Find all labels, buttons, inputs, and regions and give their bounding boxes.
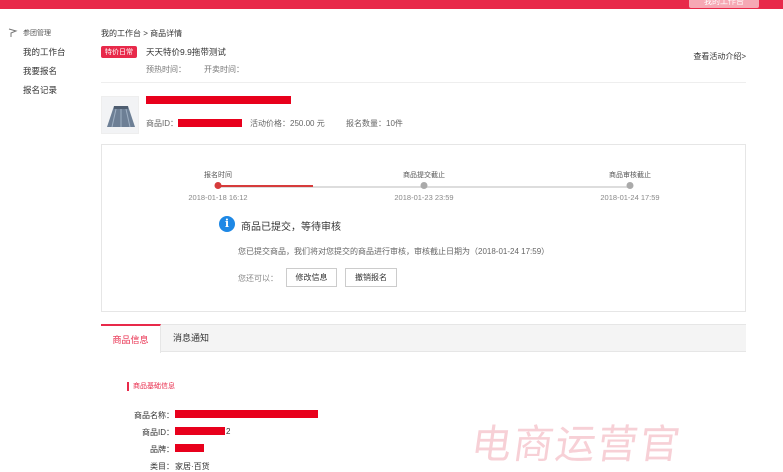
step-label-review-deadline: 商品审核截止	[609, 172, 651, 179]
product-id-redacted	[178, 119, 242, 127]
sidebar-section-header: 参团管理	[8, 28, 51, 38]
breadcrumb[interactable]: 我的工作台 > 商品详情	[101, 28, 182, 39]
watermark: 电商运营官	[468, 422, 685, 468]
preheat-time-label: 预热时间：	[146, 65, 186, 74]
sidebar-item-records[interactable]: 报名记录	[23, 84, 57, 96]
status-title: 商品已提交，等待审核	[241, 222, 341, 233]
product-title-redacted	[146, 96, 291, 104]
edit-info-button[interactable]: 修改信息	[286, 268, 337, 287]
step-dot-signup	[214, 182, 222, 189]
top-bar: 我的工作台	[0, 0, 783, 9]
tab-messages[interactable]: 消息通知	[161, 324, 221, 353]
field-label-name: 商品名称：	[134, 411, 174, 420]
field-label-brand: 品牌：	[150, 445, 174, 454]
status-panel: 报名时间 商品提交截止 商品审核截止 2018-01-18 16:12 2018…	[101, 144, 746, 312]
open-time-label: 开卖时间：	[204, 65, 244, 74]
header-divider	[101, 82, 746, 83]
section-title-basic-info: 商品基础信息	[127, 382, 175, 391]
sidebar-item-workbench[interactable]: 我的工作台	[23, 46, 66, 58]
field-value-category: 家居·百货	[175, 462, 210, 471]
activity-tag: 特价日常	[101, 46, 137, 58]
tab-product-info[interactable]: 商品信息	[101, 324, 161, 353]
activity-title: 天天特价9.9拖带测试	[146, 47, 226, 57]
flag-icon	[8, 28, 18, 37]
field-label-category: 类目：	[150, 462, 174, 471]
signup-quantity: 报名数量：10件	[346, 119, 403, 128]
sidebar-item-signup[interactable]: 我要报名	[23, 65, 57, 77]
workbench-button[interactable]: 我的工作台	[689, 0, 759, 8]
sidebar-section-label: 参团管理	[23, 30, 51, 37]
product-thumbnail	[101, 96, 139, 134]
step-label-submit-deadline: 商品提交截止	[403, 172, 445, 179]
field-label-id: 商品ID：	[142, 428, 174, 437]
step-date-review-deadline: 2018-01-24 17:59	[600, 193, 660, 202]
status-description: 您已提交商品，我们将对您提交的商品进行审核，审核截止日期为（2018-01-24…	[238, 247, 550, 256]
field-value-id-redacted	[175, 427, 225, 435]
step-date-submit-deadline: 2018-01-23 23:59	[394, 193, 454, 202]
cancel-signup-button[interactable]: 撤销报名	[345, 268, 397, 287]
progress-fill	[218, 185, 313, 187]
step-dot-submit-deadline	[420, 182, 428, 189]
step-date-signup: 2018-01-18 16:12	[188, 193, 248, 202]
product-id-label: 商品ID：	[146, 119, 178, 128]
info-icon: i	[219, 216, 235, 232]
field-value-id-suffix: 2	[226, 427, 231, 436]
detail-tabs: 商品信息 消息通知	[101, 324, 746, 353]
step-dot-review-deadline	[626, 182, 634, 189]
step-label-signup: 报名时间	[204, 172, 232, 179]
skirt-image-icon	[107, 106, 135, 128]
view-activity-intro-link[interactable]: 查看活动介绍>	[693, 51, 746, 62]
activity-price: 活动价格：250.00 元	[250, 119, 325, 128]
field-value-name-redacted	[175, 410, 318, 418]
field-value-brand-redacted	[175, 444, 204, 452]
can-also-label: 您还可以：	[238, 274, 278, 283]
